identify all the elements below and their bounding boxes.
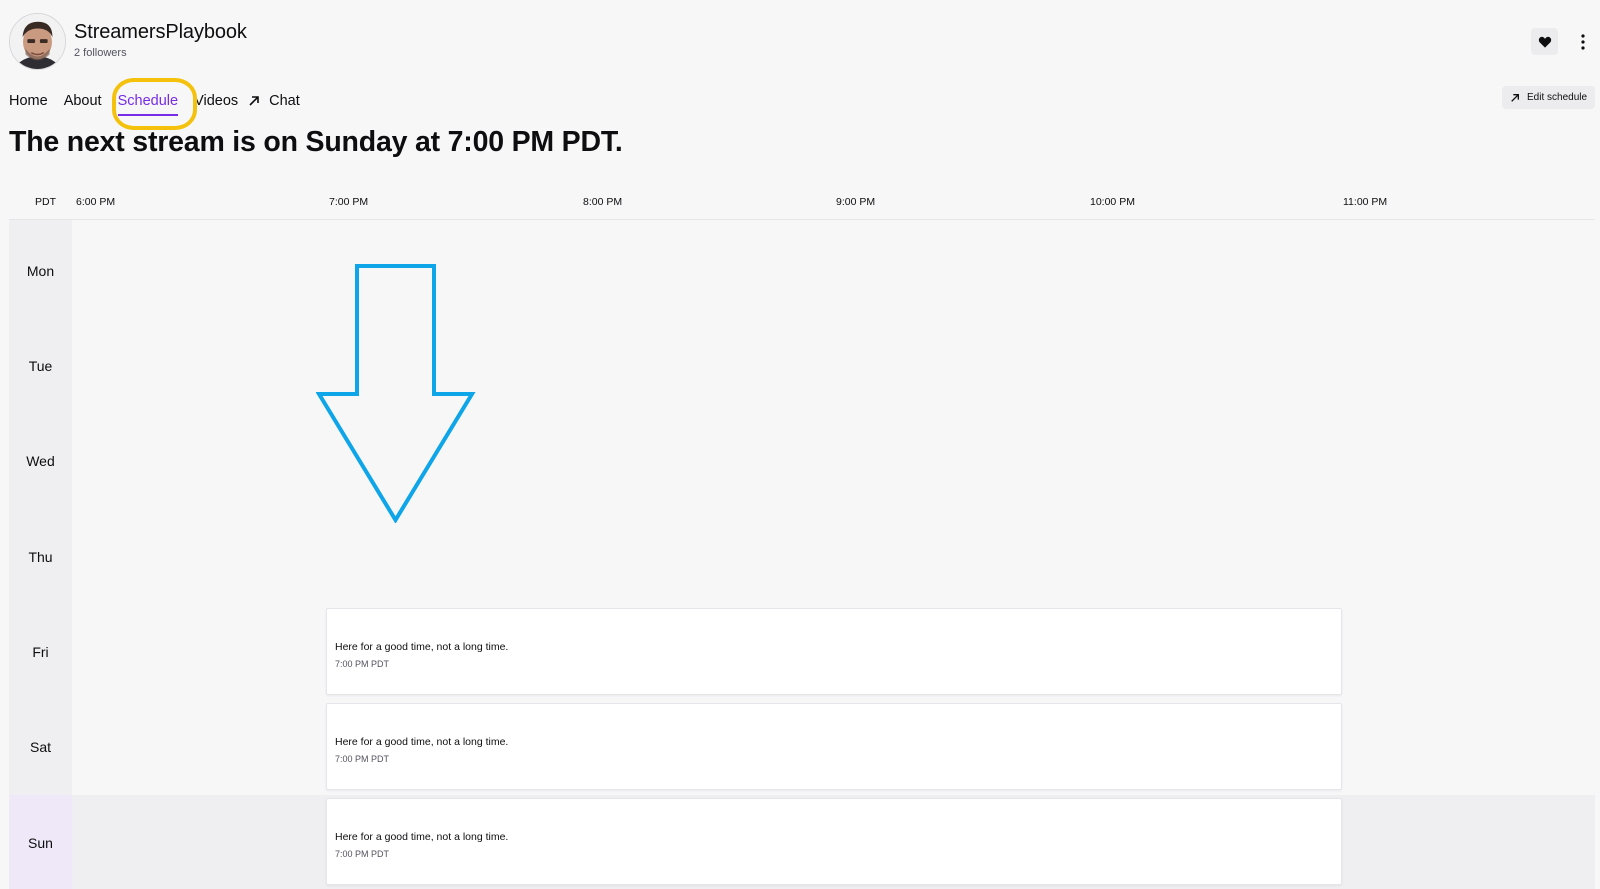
event-time: 7:00 PM PDT (335, 754, 390, 764)
next-stream-headline: The next stream is on Sunday at 7:00 PM … (9, 126, 623, 158)
grid-header-divider (9, 219, 1595, 220)
event-time: 7:00 PM PDT (335, 849, 390, 859)
tab-chat[interactable]: Chat (200, 93, 300, 109)
day-label-mon: Mon (26, 263, 55, 279)
day-label-thu: Thu (28, 549, 53, 565)
time-label: 10:00 PM (1090, 196, 1135, 208)
event-title: Here for a good time, not a long time. (335, 641, 509, 653)
tab-home[interactable]: Home (9, 93, 48, 109)
tab-about[interactable]: About (64, 93, 102, 109)
event-time: 7:00 PM PDT (335, 659, 390, 669)
more-options-button[interactable] (1573, 28, 1593, 55)
schedule-event-fri[interactable]: Here for a good time, not a long time. 7… (326, 608, 1342, 695)
time-label: 8:00 PM (583, 196, 623, 208)
time-label: 11:00 PM (1343, 196, 1388, 208)
time-label: 7:00 PM (329, 196, 369, 208)
day-label-wed: Wed (26, 453, 55, 469)
schedule-event-sun[interactable]: Here for a good time, not a long time. 7… (326, 798, 1342, 885)
channel-nav: Home About Schedule Videos Chat (9, 90, 316, 116)
day-label-tue: Tue (28, 358, 53, 374)
edit-schedule-button[interactable]: Edit schedule (1502, 86, 1596, 109)
heart-icon (1538, 36, 1551, 48)
external-link-arrow-icon (1511, 93, 1519, 102)
time-label: 9:00 PM (836, 196, 876, 208)
schedule-event-sat[interactable]: Here for a good time, not a long time. 7… (326, 703, 1342, 790)
timezone-label: PDT (35, 196, 56, 208)
edit-schedule-label: Edit schedule (1527, 92, 1588, 103)
tab-chat-label: Chat (269, 93, 300, 109)
day-label-sun: Sun (28, 835, 53, 851)
external-link-arrow-icon (249, 96, 259, 106)
more-vertical-icon (1581, 33, 1585, 50)
day-label-sat: Sat (29, 739, 51, 755)
time-label: 6:00 PM (76, 196, 116, 208)
event-title: Here for a good time, not a long time. (335, 736, 509, 748)
channel-avatar[interactable] (9, 13, 66, 70)
annotation-down-arrow-icon (316, 264, 476, 523)
day-label-fri: Fri (32, 644, 49, 660)
follower-count: 2 followers (74, 47, 127, 59)
event-title: Here for a good time, not a long time. (335, 831, 509, 843)
tab-schedule[interactable]: Schedule (117, 93, 179, 116)
follow-button[interactable] (1531, 28, 1558, 55)
channel-name[interactable]: StreamersPlaybook (74, 21, 247, 44)
